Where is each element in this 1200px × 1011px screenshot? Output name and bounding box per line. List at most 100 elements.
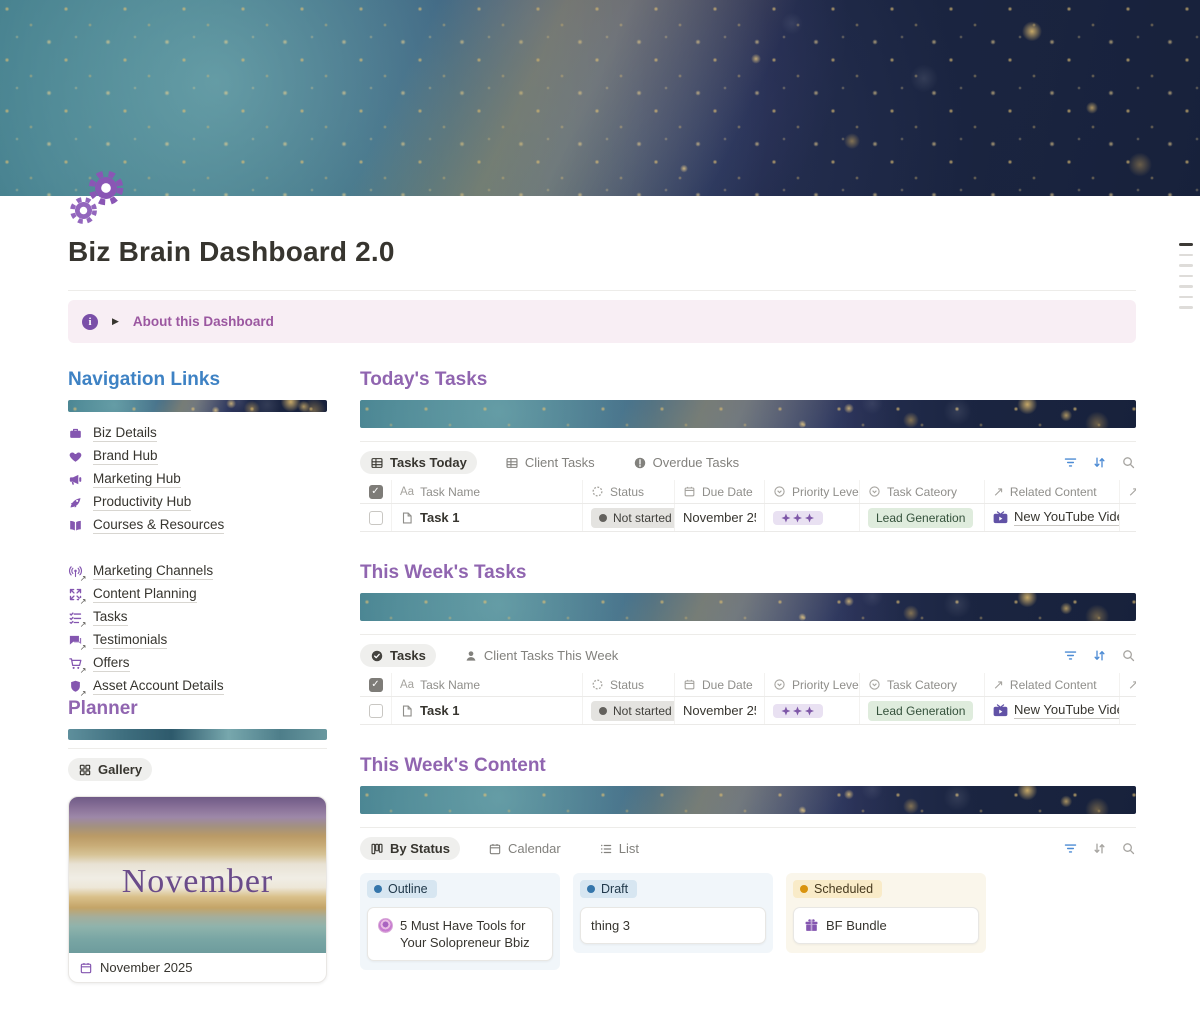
sidebar-item-marketing-hub[interactable]: Marketing Hub [68,468,327,491]
column-overflow[interactable]: ↗ [1120,673,1136,696]
tab-tasks-today[interactable]: Tasks Today [360,451,477,474]
status-column-badge[interactable]: Draft [580,880,638,898]
table-header-row: ✓ Aa Task Name Status Due Date Priority L… [360,480,1136,504]
board-card[interactable]: 5 Must Have Tools for Your Solopreneur B… [367,907,553,961]
task-title[interactable]: Task 1 [420,703,460,718]
tab-label: Tasks [390,648,426,663]
date-property-icon [683,485,696,498]
about-callout[interactable]: i ▶ About this Dashboard [68,300,1136,343]
priority-badge[interactable] [773,510,823,525]
row-checkbox[interactable] [368,703,383,718]
select-all-checkbox[interactable]: ✓ [368,677,383,692]
board-column-draft: Draft thing 3 [573,873,773,953]
tab-client-tasks[interactable]: Client Tasks [495,451,605,474]
toc-line[interactable] [1179,306,1193,309]
column-priority-level[interactable]: Priority Level [765,673,860,696]
planner-card-november[interactable]: November November 2025 [68,796,327,983]
alert-circle-icon [634,457,645,468]
filter-icon[interactable] [1063,455,1078,470]
gears-icon[interactable] [68,168,126,226]
filter-icon[interactable] [1063,841,1078,856]
link-arrow-icon: ↗ [79,596,87,606]
sidebar-item-tasks[interactable]: ↗ Tasks [68,606,327,629]
section-banner-strip [360,593,1136,621]
page-icon [402,704,412,717]
column-priority-level[interactable]: Priority Level [765,480,860,503]
toc-line[interactable] [1179,253,1193,256]
priority-badge[interactable] [773,703,823,718]
tab-client-tasks-this-week[interactable]: Client Tasks This Week [454,644,628,667]
sort-icon[interactable] [1092,841,1107,856]
tab-list[interactable]: List [589,837,649,860]
status-column-badge[interactable]: Outline [367,880,437,898]
callout-label[interactable]: About this Dashboard [133,314,274,329]
related-content-link[interactable]: New YouTube Video [1014,509,1119,526]
tab-tasks[interactable]: Tasks [360,644,436,667]
toc-line[interactable] [1179,243,1193,246]
sidebar-item-productivity-hub[interactable]: Productivity Hub [68,491,327,514]
select-property-icon [773,678,786,691]
toc-line[interactable] [1179,285,1193,288]
column-task-name[interactable]: Aa Task Name [392,673,583,696]
column-related-content[interactable]: ↗ Related Content [985,480,1120,503]
status-column-badge[interactable]: Scheduled [793,880,883,898]
column-due-date[interactable]: Due Date [675,673,765,696]
section-this-weeks-tasks: This Week's Tasks Tasks Client Tasks Thi… [360,562,1136,725]
video-icon [993,511,1008,524]
due-date[interactable]: November 25, 2025 [683,703,756,718]
sidebar-item-testimonials[interactable]: ↗ Testimonials [68,629,327,652]
category-tag[interactable]: Lead Generation [868,700,974,721]
sidebar-item-biz-details[interactable]: Biz Details [68,422,327,445]
search-icon[interactable] [1121,841,1136,856]
text-property-icon: Aa [400,485,415,498]
status-badge[interactable]: Not started [591,507,674,528]
row-checkbox[interactable] [368,510,383,525]
tab-by-status[interactable]: By Status [360,837,460,860]
sidebar-item-content-planning[interactable]: ↗ Content Planning [68,583,327,606]
filter-icon[interactable] [1063,648,1078,663]
board-card[interactable]: thing 3 [580,907,766,944]
rocket-icon [68,495,84,511]
calendar-icon [489,843,501,854]
table-row[interactable]: Task 1 Not started November 25, 2025 Lea… [360,697,1136,725]
toc-line[interactable] [1179,274,1193,277]
related-content-link[interactable]: New YouTube Video [1014,702,1119,719]
table-row[interactable]: Task 1 Not started November 25, 2025 Lea… [360,504,1136,532]
column-task-category[interactable]: Related ContentTask Cateory [860,480,985,503]
sidebar-item-offers[interactable]: ↗ Offers [68,652,327,675]
link-arrow-icon: ↗ [79,688,87,698]
column-task-category[interactable]: Task Cateory [860,673,985,696]
board-card[interactable]: BF Bundle [793,907,979,944]
sidebar-item-brand-hub[interactable]: Brand Hub [68,445,327,468]
status-badge[interactable]: Not started [591,700,674,721]
column-status[interactable]: Status [583,480,675,503]
due-date[interactable]: November 25, 2025 [683,510,756,525]
column-task-name[interactable]: Aa Task Name [392,480,583,503]
column-related-content[interactable]: ↗ Related Content [985,673,1120,696]
category-tag[interactable]: Lead Generation [868,507,974,528]
toc-line[interactable] [1179,264,1193,267]
sidebar-item-courses-resources[interactable]: Courses & Resources [68,514,327,537]
section-heading: This Week's Content [360,755,546,776]
search-icon[interactable] [1121,455,1136,470]
sidebar-item-marketing-channels[interactable]: ↗ Marketing Channels [68,560,327,583]
sidebar-item-asset-account-details[interactable]: ↗ Asset Account Details [68,675,327,698]
search-icon[interactable] [1121,648,1136,663]
cover-image[interactable] [0,0,1200,196]
toc-line[interactable] [1179,295,1193,298]
table-of-contents[interactable] [1179,243,1193,317]
tab-gallery[interactable]: Gallery [68,758,153,781]
toggle-triangle-icon[interactable]: ▶ [112,316,119,327]
column-due-date[interactable]: Due Date [675,480,765,503]
planner-banner-strip [68,729,327,740]
task-title[interactable]: Task 1 [420,510,460,525]
select-all-checkbox[interactable]: ✓ [368,484,383,499]
section-heading: Today's Tasks [360,369,488,390]
sort-icon[interactable] [1092,648,1107,663]
tab-overdue-tasks[interactable]: Overdue Tasks [623,451,749,474]
book-icon [68,518,84,534]
column-overflow[interactable]: ↗ [1120,480,1136,503]
column-status[interactable]: Status [583,673,675,696]
tab-calendar[interactable]: Calendar [478,837,571,860]
sort-icon[interactable] [1092,455,1107,470]
